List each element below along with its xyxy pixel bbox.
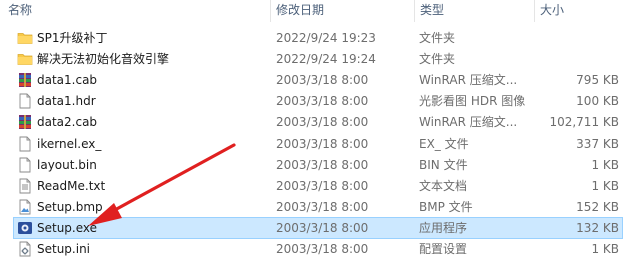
file-row[interactable]: data2.cab 2003/3/18 8:00 WinRAR 压缩文... 102,… — [13, 111, 623, 133]
file-date: 2022/9/24 19:23 — [276, 31, 376, 45]
column-separator[interactable] — [534, 0, 535, 22]
file-size: 337 KB — [576, 136, 619, 151]
file-date: 2003/3/18 8:00 — [276, 94, 369, 109]
file-row[interactable]: data1.hdr 2003/3/18 8:00 光影看图 HDR 图像 100 KB — [13, 90, 623, 112]
file-date: 2003/3/18 8:00 — [276, 199, 369, 214]
file-date: 2003/3/18 8:00 — [276, 136, 369, 151]
file-size: 100 KB — [576, 94, 619, 109]
file-date: 2003/3/18 8:00 — [276, 157, 369, 172]
file-size: 152 KB — [576, 199, 619, 214]
file-date: 2003/3/18 8:00 — [276, 242, 369, 256]
column-header-type[interactable]: 类型 — [420, 0, 444, 22]
file-name: 解决无法初始化音效引擎 — [37, 52, 170, 67]
file-type: 文本文档 — [419, 178, 468, 193]
setup-exe-icon — [17, 220, 33, 236]
file-icon — [17, 93, 33, 109]
folder-icon — [17, 51, 33, 67]
sort-up-icon: ︿ — [14, 1, 24, 11]
file-name: ikernel.ex_ — [37, 136, 102, 151]
file-row[interactable]: Setup.ini 2003/3/18 8:00 配置设置 1 KB — [13, 238, 623, 260]
file-name: Setup.bmp — [37, 199, 103, 214]
file-type: 应用程序 — [419, 220, 468, 235]
file-name: Setup.ini — [37, 242, 91, 256]
file-type: WinRAR 压缩文... — [419, 115, 518, 130]
file-date: 2003/3/18 8:00 — [276, 73, 369, 88]
file-name: ReadMe.txt — [37, 178, 106, 193]
text-file-icon — [17, 178, 33, 194]
file-name: layout.bin — [37, 157, 97, 172]
file-row[interactable]: ReadMe.txt 2003/3/18 8:00 文本文档 1 KB — [13, 175, 623, 197]
column-separator[interactable] — [414, 0, 415, 22]
file-row[interactable]: ikernel.ex_ 2003/3/18 8:00 EX_ 文件 337 KB — [13, 133, 623, 155]
file-type: BIN 文件 — [419, 157, 468, 172]
file-size — [534, 49, 619, 69]
file-name: data1.cab — [37, 73, 98, 88]
file-type: WinRAR 压缩文... — [419, 73, 518, 88]
file-type: 配置设置 — [419, 242, 468, 256]
file-row[interactable]: Setup.bmp 2003/3/18 8:00 BMP 文件 152 KB — [13, 196, 623, 218]
column-header-date-label: 修改日期 — [276, 3, 325, 17]
file-row[interactable]: data1.cab 2003/3/18 8:00 WinRAR 压缩文... 795 … — [13, 69, 623, 91]
file-date: 2003/3/18 8:00 — [276, 178, 369, 193]
file-row[interactable]: SP1升级补丁 2022/9/24 19:23 文件夹 — [13, 27, 623, 49]
file-name: Setup.exe — [37, 220, 98, 235]
column-header-bar: ︿ 名称 修改日期 类型 大小 — [0, 0, 636, 22]
file-name: SP1升级补丁 — [37, 31, 108, 45]
file-row[interactable]: 解决无法初始化音效引擎 2022/9/24 19:24 文件夹 — [13, 48, 623, 70]
folder-icon — [17, 30, 33, 46]
column-header-size-label: 大小 — [540, 3, 565, 17]
file-date: 2003/3/18 8:00 — [276, 220, 369, 235]
winrar-archive-icon — [17, 72, 33, 88]
file-size: 102,711 KB — [549, 115, 619, 130]
file-size: 1 KB — [591, 157, 619, 172]
column-separator[interactable] — [270, 0, 271, 22]
column-header-name[interactable]: ︿ 名称 — [8, 0, 32, 22]
file-type: 光影看图 HDR 图像 — [419, 94, 526, 109]
file-icon — [17, 157, 33, 173]
winrar-archive-icon — [17, 114, 33, 130]
file-type: 文件夹 — [419, 52, 456, 67]
column-header-date[interactable]: 修改日期 — [276, 0, 324, 22]
file-size: 1 KB — [591, 242, 619, 256]
column-header-size[interactable]: 大小 — [540, 0, 564, 22]
file-size: 132 KB — [576, 220, 619, 235]
file-row[interactable]: Setup.exe 2003/3/18 8:00 应用程序 132 KB — [13, 216, 623, 239]
image-file-icon — [17, 199, 33, 215]
config-file-icon — [17, 241, 33, 257]
file-date: 2003/3/18 8:00 — [276, 115, 369, 130]
column-header-type-label: 类型 — [420, 3, 445, 17]
file-size: 795 KB — [576, 73, 619, 88]
file-name: data1.hdr — [37, 94, 96, 109]
file-icon — [17, 136, 33, 152]
file-name: data2.cab — [37, 115, 98, 130]
file-type: 文件夹 — [419, 31, 456, 45]
file-date: 2022/9/24 19:24 — [276, 52, 376, 67]
file-size: 1 KB — [591, 178, 619, 193]
file-row[interactable]: layout.bin 2003/3/18 8:00 BIN 文件 1 KB — [13, 154, 623, 176]
file-type: EX_ 文件 — [419, 136, 469, 151]
file-size — [534, 28, 619, 48]
file-type: BMP 文件 — [419, 199, 473, 214]
